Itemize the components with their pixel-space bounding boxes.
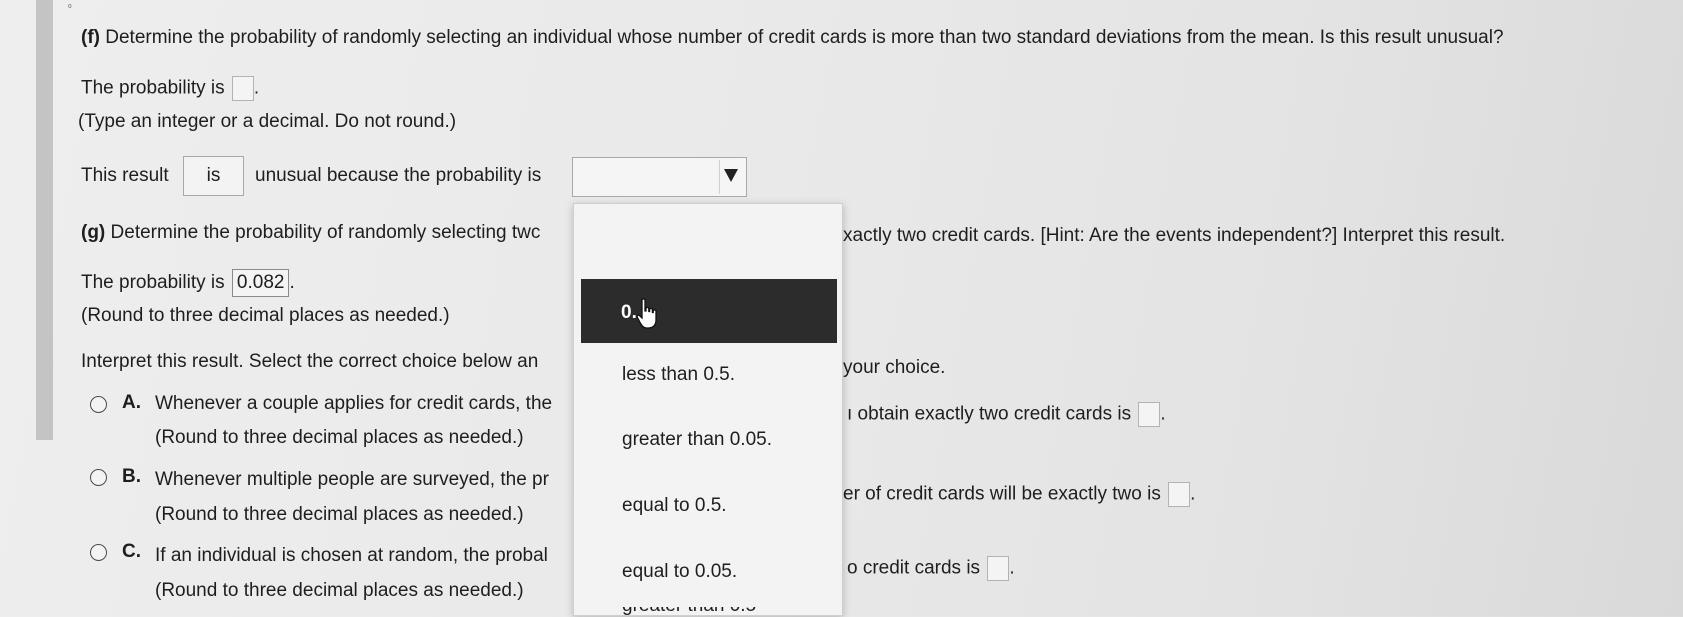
choice-c-text-right: o credit cards is . (847, 556, 1015, 581)
part-f-probability-prefix: The probability is (81, 77, 225, 99)
choice-b-text-left: Whenever multiple people are surveyed, t… (155, 469, 549, 490)
choice-a-radio[interactable] (90, 396, 107, 413)
dropdown-option-equal-to-0-5[interactable]: equal to 0.5. (622, 495, 727, 517)
part-g-question-right: xactly two credit cards. [Hint: Are the … (843, 225, 1506, 246)
partial-option-text: greater than 0.5 (622, 607, 756, 616)
period: . (253, 77, 260, 99)
highlighted-option-text: 0. (621, 302, 637, 323)
dropdown-arrow-icon (724, 169, 738, 182)
part-f-letter: (f) (81, 27, 100, 48)
choice-b-input[interactable] (1168, 482, 1191, 507)
choice-c-note: (Round to three decimal places as needed… (155, 580, 524, 601)
part-f-instruction: (Type an integer or a decimal. Do not ro… (78, 111, 457, 132)
part-g-probability-value[interactable]: 0.082 (231, 269, 290, 297)
probability-comparison-dropdown[interactable] (572, 157, 747, 197)
dropdown-menu: 0. less than 0.5. greater than 0.05. equ… (573, 203, 843, 616)
choice-c-right-text: o credit cards is (847, 557, 981, 579)
choice-a-text-right: ı obtain exactly two credit cards is . (847, 402, 1166, 427)
part-g-probability-line: The probability is 0.082. (81, 269, 295, 297)
dropdown-option-less-than-0-5[interactable]: less than 0.5. (622, 364, 735, 386)
interpret-left: Interpret this result. Select the correc… (81, 351, 539, 372)
dropdown-separator (719, 160, 720, 194)
choice-c-text-left: If an individual is chosen at random, th… (155, 545, 548, 566)
part-f-question: (f) Determine the probability of randoml… (81, 27, 1504, 49)
period: . (1160, 403, 1166, 425)
part-g-letter: (g) (81, 222, 106, 243)
choice-b-letter: B. (122, 466, 141, 487)
part-f-result-middle: unusual because the probability is (255, 165, 542, 186)
dropdown-option-highlighted[interactable]: 0. (581, 279, 837, 343)
choice-a-text-left: Whenever a couple applies for credit car… (155, 393, 553, 414)
choice-c-radio[interactable] (90, 544, 107, 561)
part-g-instruction: (Round to three decimal places as needed… (81, 305, 450, 326)
choice-c-input[interactable] (987, 556, 1010, 581)
period: . (1009, 557, 1015, 579)
part-f-probability-input[interactable] (231, 76, 254, 101)
part-g-question-text: Determine the probability of randomly se… (110, 222, 541, 243)
choice-b-right-text: er of credit cards will be exactly two i… (843, 483, 1161, 505)
part-f-result-prefix: This result (81, 165, 169, 186)
part-f-probability-line: The probability is . (81, 76, 259, 101)
choice-c-letter: C. (122, 541, 141, 562)
interpret-right: your choice. (843, 357, 946, 378)
dropdown-option-equal-to-0-05[interactable]: equal to 0.05. (622, 561, 737, 583)
choice-a-input[interactable] (1138, 402, 1161, 427)
result-is-select[interactable]: is (183, 156, 244, 196)
part-g-question-left: (g) Determine the probability of randoml… (81, 222, 540, 244)
period: . (289, 272, 295, 294)
scroll-top-mark: ⁰ (68, 3, 72, 13)
part-g-probability-prefix: The probability is (81, 272, 225, 294)
choice-b-note: (Round to three decimal places as needed… (155, 504, 524, 525)
choice-b-radio[interactable] (90, 469, 107, 486)
hand-cursor-icon (636, 298, 657, 329)
period: . (1190, 483, 1196, 505)
choice-a-letter: A. (122, 392, 141, 413)
part-f-question-text: Determine the probability of randomly se… (105, 27, 1504, 48)
dropdown-option-greater-than-0-05[interactable]: greater than 0.05. (622, 429, 772, 451)
choice-b-text-right: er of credit cards will be exactly two i… (843, 482, 1195, 507)
choice-a-right-text: ı obtain exactly two credit cards is (847, 403, 1132, 425)
choice-a-note: (Round to three decimal places as needed… (155, 427, 524, 448)
scrollbar[interactable] (36, 0, 53, 440)
